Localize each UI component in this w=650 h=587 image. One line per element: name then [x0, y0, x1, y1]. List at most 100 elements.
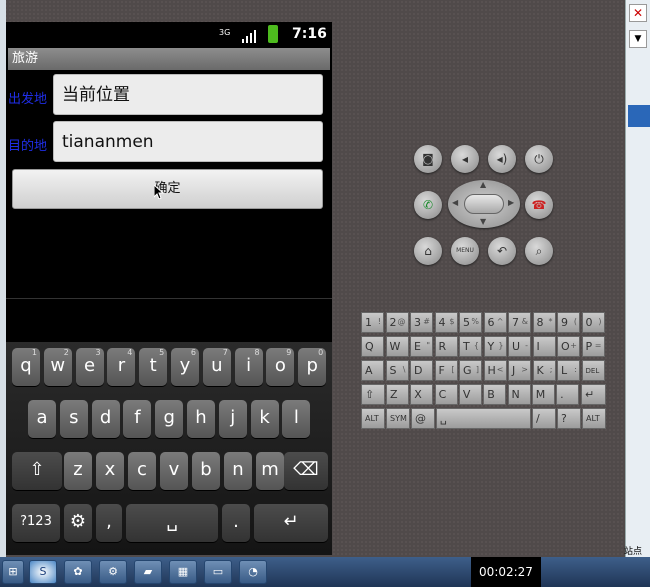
hw-key-A[interactable]: A — [361, 360, 384, 381]
key-b[interactable]: b — [192, 452, 220, 490]
hw-key-Z[interactable]: Z — [386, 384, 409, 405]
hw-key-J[interactable]: J > — [508, 360, 531, 381]
start-button[interactable]: ⊞ — [2, 560, 24, 584]
hw-key-8[interactable]: 8 * — [532, 312, 556, 333]
hw-shift-key[interactable]: ⇧ — [361, 384, 385, 405]
search-button[interactable]: ⌕ — [525, 237, 553, 265]
key-i[interactable]: i8 — [234, 348, 263, 386]
enter-key[interactable]: ↵ — [254, 504, 328, 542]
key-y[interactable]: y6 — [171, 348, 199, 386]
key-e[interactable]: e3 — [75, 348, 104, 386]
hw-key-D[interactable]: D — [410, 360, 433, 381]
call-button[interactable]: ✆ — [414, 191, 442, 219]
period-key[interactable]: . — [222, 504, 250, 542]
key-m[interactable]: m — [256, 452, 284, 490]
back-button[interactable]: ↶ — [488, 237, 516, 265]
hw-key-V[interactable]: V — [458, 384, 482, 405]
hw-key-S[interactable]: S \ — [385, 360, 409, 381]
hw-key-7[interactable]: 7 & — [508, 312, 531, 333]
hw-key-5[interactable]: 5% — [459, 312, 482, 333]
home-button[interactable]: ⌂ — [414, 237, 442, 265]
hw-key-9[interactable]: 9( — [557, 312, 580, 333]
dpad[interactable]: ▲ ▼ ◀ ▶ — [448, 180, 520, 228]
hw-key-X[interactable]: X — [410, 384, 434, 405]
key-h[interactable]: h — [187, 400, 215, 438]
hw-key-1[interactable]: 1! — [361, 312, 384, 333]
hw-key-0[interactable]: 0) — [581, 312, 605, 333]
key-x[interactable]: x — [96, 452, 124, 490]
hw-key-N[interactable]: N — [507, 384, 531, 405]
key-r[interactable]: r4 — [107, 348, 136, 386]
key-q[interactable]: q1 — [12, 348, 40, 386]
key-z[interactable]: z — [64, 452, 92, 490]
key-g[interactable]: g — [155, 400, 184, 438]
volume-up-button[interactable]: ◂) — [488, 145, 516, 173]
hw-sym-key[interactable]: SYM — [386, 408, 410, 429]
hw-key-T[interactable]: T{ — [459, 336, 482, 357]
dpad-center-button[interactable] — [464, 194, 504, 214]
confirm-button[interactable]: 确定 — [12, 169, 323, 209]
hw-key-P[interactable]: P = — [581, 336, 605, 357]
hw-key-Q[interactable]: Q — [361, 336, 384, 357]
hw-space-key[interactable]: ␣ — [436, 408, 531, 429]
key-n[interactable]: n — [224, 452, 252, 490]
hw-key-H[interactable]: H < — [483, 360, 507, 381]
key-k[interactable]: k — [250, 400, 279, 438]
power-button[interactable]: ⏻ — [525, 145, 553, 173]
taskbar-app-2[interactable]: ✿ — [64, 560, 92, 584]
taskbar-app-4[interactable]: ▰ — [134, 560, 162, 584]
hw-slash-key[interactable]: / — [532, 408, 556, 429]
hw-key-K[interactable]: K; — [532, 360, 556, 381]
key-f[interactable]: f — [123, 400, 152, 438]
hw-key-E[interactable]: E " — [410, 336, 433, 357]
hw-at-key[interactable]: @ — [411, 408, 435, 429]
key-u[interactable]: u7 — [202, 348, 231, 386]
taskbar-app-5[interactable]: ▦ — [169, 560, 197, 584]
taskbar-app-1[interactable]: S — [29, 560, 57, 584]
key-l[interactable]: l — [282, 400, 311, 438]
shift-key[interactable]: ⇧ — [12, 452, 62, 490]
hw-key-M[interactable]: M — [531, 384, 555, 405]
hw-key-Y[interactable]: Y} — [483, 336, 507, 357]
hw-key-B[interactable]: B — [483, 384, 507, 405]
hw-key-L[interactable]: L: — [557, 360, 580, 381]
from-input[interactable]: 当前位置 — [53, 74, 323, 115]
taskbar-app-3[interactable]: ⚙ — [99, 560, 127, 584]
taskbar-app-7[interactable]: ◔ — [239, 560, 267, 584]
hw-key-G[interactable]: G] — [459, 360, 482, 381]
key-o[interactable]: o9 — [266, 348, 295, 386]
taskbar-app-6[interactable]: ▭ — [204, 560, 232, 584]
hw-key-C[interactable]: C — [434, 384, 458, 405]
key-v[interactable]: v — [160, 452, 188, 490]
symbols-key[interactable]: ?123 — [12, 504, 60, 542]
hw-key-R[interactable]: R — [434, 336, 458, 357]
key-d[interactable]: d — [91, 400, 120, 438]
settings-key[interactable]: ⚙ — [64, 504, 92, 542]
hw-key-period[interactable]: . — [556, 384, 580, 405]
hw-question-key[interactable]: ? — [557, 408, 581, 429]
hw-key-2[interactable]: 2 @ — [385, 312, 409, 333]
end-call-button[interactable]: ☎ — [525, 191, 553, 219]
key-j[interactable]: j — [218, 400, 247, 438]
hw-key-DEL[interactable]: DEL — [581, 360, 605, 381]
key-s[interactable]: s — [59, 400, 88, 438]
key-w[interactable]: w2 — [43, 348, 72, 386]
hw-key-I[interactable]: I — [532, 336, 556, 357]
hw-key-6[interactable]: 6 ^ — [483, 312, 507, 333]
key-t[interactable]: t5 — [139, 348, 168, 386]
key-a[interactable]: a — [28, 400, 56, 438]
to-input[interactable]: tiananmen — [53, 121, 323, 162]
hw-key-3[interactable]: 3 # — [410, 312, 433, 333]
key-c[interactable]: c — [128, 452, 156, 490]
space-key[interactable]: ␣ — [126, 504, 218, 542]
hw-enter-key[interactable]: ↵ — [581, 384, 606, 405]
volume-down-button[interactable]: ◂ — [451, 145, 479, 173]
hw-key-O[interactable]: O + — [557, 336, 580, 357]
menu-button[interactable]: MENU — [451, 237, 479, 265]
close-icon[interactable]: ✕ — [629, 4, 647, 22]
comma-key[interactable]: , — [96, 504, 122, 542]
backspace-key[interactable]: ⌫ — [284, 452, 328, 490]
hw-key-4[interactable]: 4 $ — [434, 312, 458, 333]
hw-key-U[interactable]: U- — [508, 336, 531, 357]
hw-key-F[interactable]: F[ — [434, 360, 458, 381]
